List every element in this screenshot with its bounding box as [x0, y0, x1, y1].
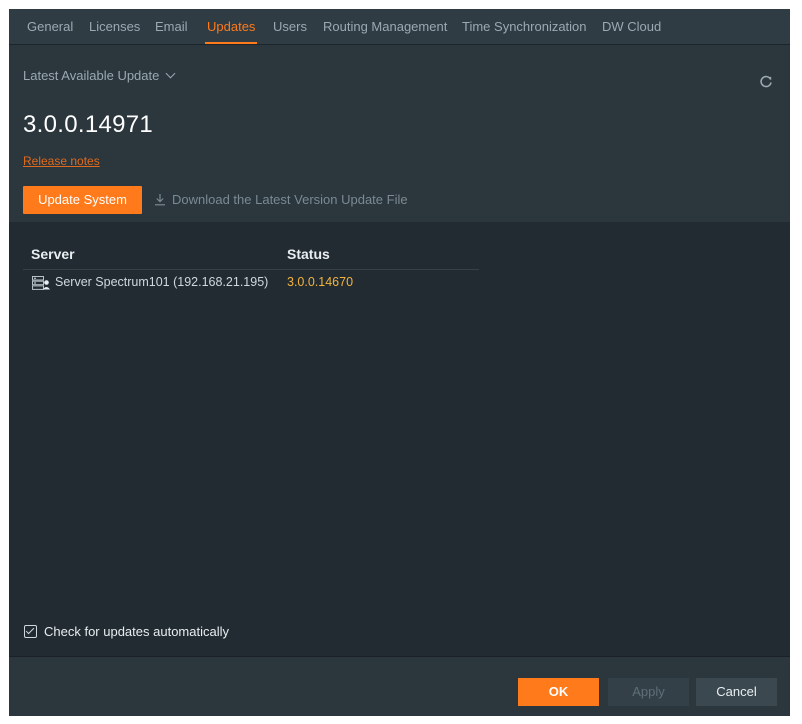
server-status: 3.0.0.14670 — [287, 275, 354, 289]
system-administration-window: General Licenses Email Updates Users Rou… — [9, 9, 790, 716]
refresh-icon[interactable] — [759, 75, 773, 89]
release-notes-link[interactable]: Release notes — [23, 154, 100, 168]
chevron-down-icon — [165, 68, 176, 79]
tab-users[interactable]: Users — [273, 9, 307, 44]
table-row[interactable]: Server Spectrum101 (192.168.21.195) 3.0.… — [23, 274, 479, 296]
tab-dw-cloud[interactable]: DW Cloud — [602, 9, 661, 44]
tab-general[interactable]: General — [27, 9, 73, 44]
tab-licenses[interactable]: Licenses — [89, 9, 140, 44]
tab-updates[interactable]: Updates — [204, 9, 258, 44]
tab-email[interactable]: Email — [155, 9, 188, 44]
latest-version: 3.0.0.14971 — [23, 111, 154, 138]
tab-bar: General Licenses Email Updates Users Rou… — [9, 9, 790, 45]
checkbox-checked-icon — [24, 625, 37, 638]
auto-update-label: Check for updates automatically — [44, 624, 229, 639]
tab-routing-management[interactable]: Routing Management — [323, 9, 447, 44]
update-system-button[interactable]: Update System — [23, 186, 142, 214]
apply-button[interactable]: Apply — [608, 678, 689, 706]
column-header-server: Server — [31, 246, 75, 262]
tab-time-synchronization[interactable]: Time Synchronization — [462, 9, 587, 44]
server-icon — [32, 276, 50, 290]
ok-button[interactable]: OK — [518, 678, 599, 706]
download-update-link[interactable]: Download the Latest Version Update File — [154, 192, 408, 207]
column-header-status: Status — [287, 246, 330, 262]
latest-update-dropdown[interactable]: Latest Available Update — [23, 68, 176, 83]
update-panel: Latest Available Update 3.0.0.14971 Rele… — [9, 45, 790, 222]
server-name: Server Spectrum101 (192.168.21.195) — [55, 275, 269, 289]
download-update-label: Download the Latest Version Update File — [172, 192, 408, 207]
cancel-button[interactable]: Cancel — [696, 678, 777, 706]
latest-update-label: Latest Available Update — [23, 68, 160, 83]
auto-update-checkbox[interactable]: Check for updates automatically — [24, 624, 229, 639]
download-icon — [155, 194, 165, 206]
header-divider — [23, 269, 479, 270]
dialog-footer: OK Apply Cancel — [9, 656, 790, 716]
